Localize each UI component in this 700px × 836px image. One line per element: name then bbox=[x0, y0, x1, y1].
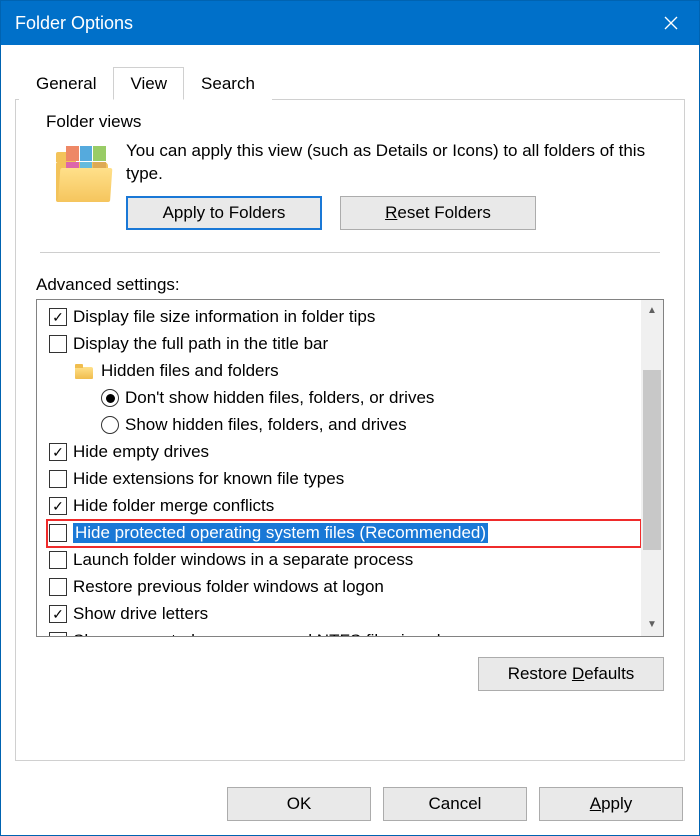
apply-to-folders-button[interactable]: Apply to Folders bbox=[126, 196, 322, 230]
list-item[interactable]: Don't show hidden files, folders, or dri… bbox=[101, 385, 641, 412]
checkbox[interactable] bbox=[49, 578, 67, 596]
list-item[interactable]: Launch folder windows in a separate proc… bbox=[49, 547, 641, 574]
folder-views-row: You can apply this view (such as Details… bbox=[36, 134, 664, 244]
checkbox[interactable]: ✓ bbox=[49, 308, 67, 326]
list-item-label: Hide protected operating system files (R… bbox=[73, 523, 488, 543]
checkbox[interactable]: ✓ bbox=[49, 443, 67, 461]
tab-panel-view: Folder views You can apply this view (su… bbox=[15, 99, 685, 761]
folder-icon bbox=[75, 364, 93, 379]
list-item[interactable]: ✓ Hide empty drives bbox=[49, 439, 641, 466]
list-item[interactable]: Show hidden files, folders, and drives bbox=[101, 412, 641, 439]
checkbox[interactable] bbox=[49, 632, 67, 636]
folder-views-group-label: Folder views bbox=[46, 112, 664, 132]
list-item-label: Hide empty drives bbox=[73, 442, 209, 462]
list-item-label: Show encrypted or compressed NTFS files … bbox=[73, 631, 456, 636]
tab-view[interactable]: View bbox=[113, 67, 184, 100]
scroll-up-button[interactable]: ▲ bbox=[641, 300, 663, 322]
window-title: Folder Options bbox=[15, 13, 133, 34]
scroll-thumb[interactable] bbox=[643, 370, 661, 550]
list-item[interactable]: Display the full path in the title bar bbox=[49, 331, 641, 358]
scroll-down-button[interactable]: ▼ bbox=[641, 614, 663, 636]
folder-views-icon bbox=[56, 146, 112, 202]
tab-strip: General View Search bbox=[19, 61, 685, 99]
list-item-label: Display file size information in folder … bbox=[73, 307, 375, 327]
list-item-label: Don't show hidden files, folders, or dri… bbox=[125, 388, 434, 408]
advanced-settings-list[interactable]: ✓ Display file size information in folder… bbox=[36, 299, 664, 637]
list-item-label: Display the full path in the title bar bbox=[73, 334, 328, 354]
titlebar[interactable]: Folder Options bbox=[1, 1, 699, 45]
list-item-label: Show drive letters bbox=[73, 604, 208, 624]
close-button[interactable] bbox=[643, 1, 699, 45]
radio[interactable] bbox=[101, 389, 119, 407]
list-item[interactable]: Hidden files and folders bbox=[75, 358, 641, 385]
list-item-label: Hide folder merge conflicts bbox=[73, 496, 274, 516]
list-item-label: Hide extensions for known file types bbox=[73, 469, 344, 489]
list-item[interactable]: ✓ Hide folder merge conflicts bbox=[49, 493, 641, 520]
tab-search[interactable]: Search bbox=[184, 67, 272, 100]
close-icon bbox=[664, 16, 678, 30]
checkbox[interactable] bbox=[49, 551, 67, 569]
list-item-label: Hidden files and folders bbox=[101, 361, 279, 381]
list-item[interactable]: Restore previous folder windows at logon bbox=[49, 574, 641, 601]
dialog-footer: OK Cancel Apply bbox=[1, 775, 699, 835]
checkbox[interactable]: ✓ bbox=[49, 605, 67, 623]
folder-views-desc: You can apply this view (such as Details… bbox=[126, 140, 660, 186]
cancel-button[interactable]: Cancel bbox=[383, 787, 527, 821]
folder-options-dialog: Folder Options General View Search Folde… bbox=[0, 0, 700, 836]
list-item[interactable]: Hide extensions for known file types bbox=[49, 466, 641, 493]
list-item[interactable]: ✓ Display file size information in folder… bbox=[49, 304, 641, 331]
group-separator bbox=[40, 252, 660, 253]
list-item[interactable]: Show encrypted or compressed NTFS files … bbox=[49, 628, 641, 636]
list-item[interactable]: Hide protected operating system files (R… bbox=[47, 520, 641, 547]
scrollbar[interactable]: ▲ ▼ bbox=[641, 300, 663, 636]
reset-folders-button[interactable]: Reset Folders bbox=[340, 196, 536, 230]
list-item-label: Launch folder windows in a separate proc… bbox=[73, 550, 413, 570]
list-item-label: Show hidden files, folders, and drives bbox=[125, 415, 407, 435]
tab-general[interactable]: General bbox=[19, 67, 113, 100]
ok-button[interactable]: OK bbox=[227, 787, 371, 821]
checkbox[interactable] bbox=[49, 470, 67, 488]
radio[interactable] bbox=[101, 416, 119, 434]
checkbox[interactable]: ✓ bbox=[49, 497, 67, 515]
list-item-label: Restore previous folder windows at logon bbox=[73, 577, 384, 597]
list-item[interactable]: ✓ Show drive letters bbox=[49, 601, 641, 628]
restore-defaults-button[interactable]: Restore Defaults bbox=[478, 657, 664, 691]
advanced-settings-label: Advanced settings: bbox=[36, 275, 664, 295]
checkbox[interactable] bbox=[49, 524, 67, 542]
checkbox[interactable] bbox=[49, 335, 67, 353]
client-area: General View Search Folder views You can… bbox=[1, 45, 699, 775]
apply-button[interactable]: Apply bbox=[539, 787, 683, 821]
